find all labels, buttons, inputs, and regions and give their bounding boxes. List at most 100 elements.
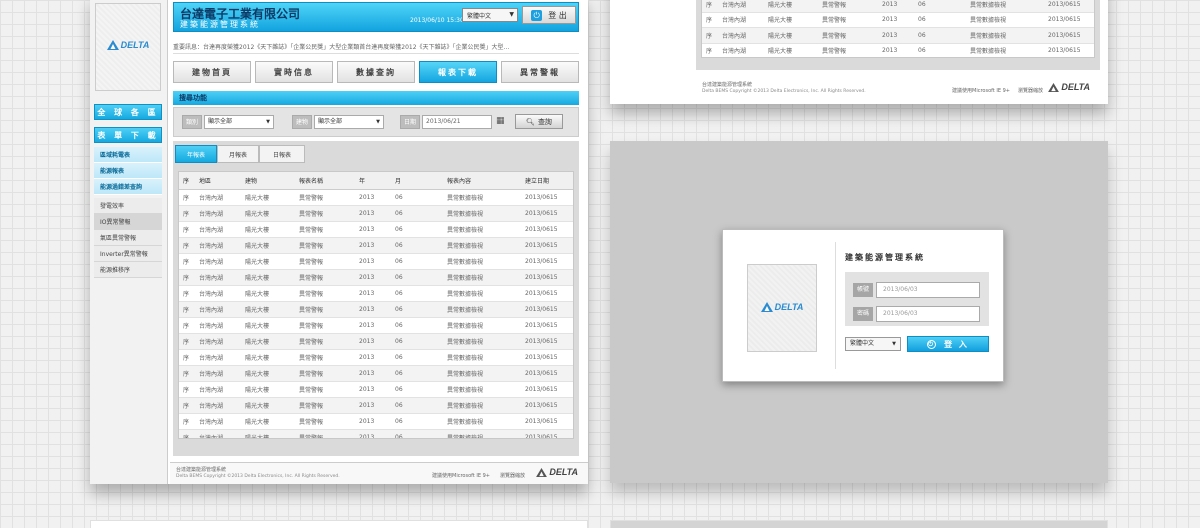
search-button[interactable]: 🔍︎ 查詢	[515, 114, 563, 129]
header-bar: 台達電子工業有限公司 建築能源管理系統 2013/06/10 15:30 繁體中…	[173, 2, 579, 32]
table-cell: 異常數據檢視	[443, 413, 521, 430]
sidebar-item[interactable]: 能源推移序	[94, 262, 162, 278]
tab-monthly[interactable]: 月報表	[217, 145, 259, 163]
footer-system-name: 台達建築能源管理系統	[176, 467, 227, 473]
table-cell: 序	[702, 27, 718, 44]
table-cell: 異常警報	[295, 221, 355, 238]
table-cell: 2013	[355, 205, 391, 222]
table-cell: 異常警報	[295, 317, 355, 334]
login-button[interactable]: ⏻ 登 入	[907, 336, 989, 352]
nav-data-query[interactable]: 數據查詢	[337, 61, 415, 83]
table-cell: 台灣內湖	[195, 349, 241, 366]
table-row[interactable]: 序台灣內湖 陽光大樓 異常警報 2013 06 異常數據檢視 2013/0615	[179, 429, 573, 438]
table-cell: 陽光大樓	[241, 381, 295, 398]
sidebar-item[interactable]: 區域耗電表	[94, 147, 162, 163]
table-cell: 台灣內湖	[195, 253, 241, 270]
date-label: 日期	[400, 115, 420, 129]
table-cell: 台灣內湖	[195, 381, 241, 398]
table-cell: 陽光大樓	[764, 27, 818, 44]
nav-realtime[interactable]: 實時信息	[255, 61, 333, 83]
table-row[interactable]: 序台灣內湖 陽光大樓 異常警報 2013 06 異常數據檢視 2013/0615	[179, 317, 573, 334]
table-cell: 2013/0615	[521, 429, 573, 438]
table-cell: 2013	[355, 221, 391, 238]
table-cell: 台灣內湖	[718, 0, 764, 13]
table-row[interactable]: 序台灣內湖 陽光大樓 異常警報 2013 06 異常數據檢視 2013/0615	[179, 365, 573, 382]
table-cell: 06	[391, 301, 443, 318]
table-cell: 異常警報	[295, 301, 355, 318]
table-cell: 台灣內湖	[195, 237, 241, 254]
table-cell: 異常數據檢視	[443, 221, 521, 238]
delta-logo: DELTA	[96, 40, 160, 50]
sidebar-item[interactable]: 發電效率	[94, 198, 162, 214]
sidebar-item[interactable]: 能源報表	[94, 163, 162, 179]
table-cell: 2013	[355, 413, 391, 430]
table-cell: 異常數據檢視	[443, 429, 521, 438]
logout-button[interactable]: ⏻ 登 出	[522, 6, 576, 24]
sidebar-item[interactable]: 氣區異常警報	[94, 230, 162, 246]
table-row[interactable]: 序台灣內湖 陽光大樓 異常警報 2013 06 異常數據檢視 2013/0615	[179, 221, 573, 238]
sidebar-item[interactable]: 能源過錯差查詢	[94, 179, 162, 195]
language-select[interactable]: 繁體中文 ▼	[462, 8, 518, 22]
table-cell: 2013/0615	[521, 205, 573, 222]
table-cell: 台灣內湖	[195, 365, 241, 382]
table-cell: 異常警報	[295, 285, 355, 302]
table-row[interactable]: 序台灣內湖 陽光大樓 異常警報 2013 06 異常數據檢視 2013/0615	[702, 0, 1094, 13]
table-cell: 台灣內湖	[195, 301, 241, 318]
table-row[interactable]: 序台灣內湖 陽光大樓 異常警報 2013 06 異常數據檢視 2013/0615	[179, 397, 573, 414]
main-window: DELTA 全 球 各 區 表 單 下 載 區域耗電表 能源報表 能源過錯差查詢…	[90, 0, 588, 484]
search-button-label: 查詢	[537, 117, 552, 126]
category-select[interactable]: 顯示全部 ▼	[204, 115, 274, 129]
table-cell: 陽光大樓	[241, 365, 295, 382]
login-form: 帳號 2013/06/03 密碼 2013/06/03	[845, 272, 989, 326]
table-cell: 台灣內湖	[195, 221, 241, 238]
table-row[interactable]: 序台灣內湖 陽光大樓 異常警報 2013 06 異常數據檢視 2013/0615	[179, 333, 573, 350]
sidebar-item[interactable]: IO異常警報	[94, 214, 162, 230]
password-input[interactable]: 2013/06/03	[876, 306, 980, 322]
table-cell: 2013	[355, 317, 391, 334]
search-filter-bar: 類別 顯示全部 ▼ 建物 顯示全部 ▼ 日期 2013/06/21 ▦ 🔍︎ 查詢	[173, 107, 579, 137]
login-screen: DELTA 建築能源管理系統 帳號 2013/06/03 密碼 2013/06/…	[610, 141, 1108, 483]
nav-report-download[interactable]: 報表下載	[419, 61, 497, 83]
table-cell: 異常數據檢視	[443, 365, 521, 382]
reports-button[interactable]: 表 單 下 載	[94, 127, 162, 143]
table-row[interactable]: 序台灣內湖 陽光大樓 異常警報 2013 06 異常數據檢視 2013/0615	[179, 285, 573, 302]
table-row[interactable]: 序台灣內湖 陽光大樓 異常警報 2013 06 異常數據檢視 2013/0615	[702, 43, 1094, 57]
tab-yearly[interactable]: 年報表	[175, 145, 217, 163]
nav-alarms[interactable]: 異常警報	[501, 61, 579, 83]
col-header: 建物	[241, 172, 295, 190]
nav-building-home[interactable]: 建物首頁	[173, 61, 251, 83]
login-title: 建築能源管理系統	[845, 253, 925, 262]
date-input[interactable]: 2013/06/21	[422, 115, 492, 129]
table-row[interactable]: 序台灣內湖 陽光大樓 異常警報 2013 06 異常數據檢視 2013/0615	[179, 269, 573, 286]
table-cell: 陽光大樓	[241, 301, 295, 318]
table-row[interactable]: 序台灣內湖 陽光大樓 異常警報 2013 06 異常數據檢視 2013/0615	[179, 253, 573, 270]
table-row[interactable]: 序台灣內湖 陽光大樓 異常警報 2013 06 異常數據檢視 2013/0615	[179, 381, 573, 398]
table-row[interactable]: 序台灣內湖 陽光大樓 異常警報 2013 06 異常數據檢視 2013/0615	[179, 205, 573, 222]
calendar-icon[interactable]: ▦	[496, 116, 505, 126]
table-row[interactable]: 序台灣內湖 陽光大樓 異常警報 2013 06 異常數據檢視 2013/0615	[179, 189, 573, 206]
footer-credit: 瀏覽器縮放	[500, 473, 526, 479]
table-row[interactable]: 序台灣內湖 陽光大樓 異常警報 2013 06 異常數據檢視 2013/0615	[702, 12, 1094, 28]
building-label: 建物	[292, 115, 312, 129]
table-cell: 2013/0615	[521, 237, 573, 254]
login-card: DELTA 建築能源管理系統 帳號 2013/06/03 密碼 2013/06/…	[722, 229, 1004, 382]
table-cell: 2013	[355, 349, 391, 366]
tab-daily[interactable]: 日報表	[259, 145, 305, 163]
table-cell: 2013	[355, 269, 391, 286]
chevron-down-icon: ▼	[509, 11, 514, 18]
col-header: 報表內容	[443, 172, 521, 190]
login-language-select[interactable]: 繁體中文 ▼	[845, 337, 901, 351]
table-row[interactable]: 序台灣內湖 陽光大樓 異常警報 2013 06 異常數據檢視 2013/0615	[179, 301, 573, 318]
sidebar-item[interactable]: Inverter異常警報	[94, 246, 162, 262]
table-cell: 序	[702, 12, 718, 28]
table-cell: 異常數據檢視	[443, 397, 521, 414]
account-input[interactable]: 2013/06/03	[876, 282, 980, 298]
region-button[interactable]: 全 球 各 區	[94, 104, 162, 120]
table-row[interactable]: 序台灣內湖 陽光大樓 異常警報 2013 06 異常數據檢視 2013/0615	[179, 413, 573, 430]
table-row[interactable]: 序台灣內湖 陽光大樓 異常警報 2013 06 異常數據檢視 2013/0615	[702, 27, 1094, 44]
building-select[interactable]: 顯示全部 ▼	[314, 115, 384, 129]
table-cell: 異常數據檢視	[443, 333, 521, 350]
table-cell: 異常數據檢視	[443, 285, 521, 302]
table-row[interactable]: 序台灣內湖 陽光大樓 異常警報 2013 06 異常數據檢視 2013/0615	[179, 349, 573, 366]
table-row[interactable]: 序台灣內湖 陽光大樓 異常警報 2013 06 異常數據檢視 2013/0615	[179, 237, 573, 254]
